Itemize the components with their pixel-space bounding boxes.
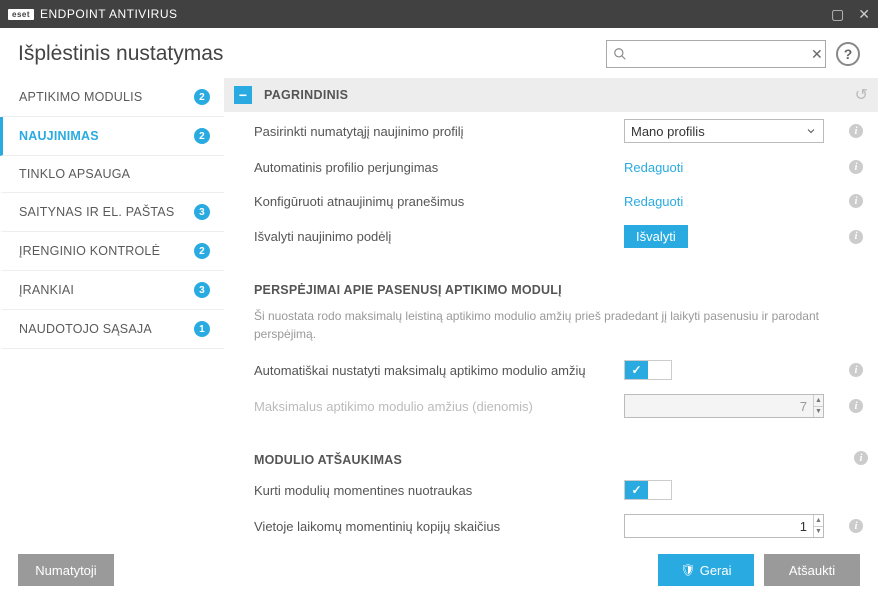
reset-icon[interactable]: ↺ (855, 85, 868, 105)
content-pane: − PAGRINDINIS ↺ Pasirinkti numatytąjį na… (224, 78, 878, 542)
sidebar-item-web-email[interactable]: SAITYNAS IR EL. PAŠTAS 3 (0, 193, 224, 232)
spinner-down-icon: ▼ (814, 407, 823, 418)
section-title-rollback: MODULIO ATŠAUKIMAS (224, 443, 854, 473)
keep-count-input[interactable] (625, 519, 813, 534)
sidebar-item-update[interactable]: NAUJINIMAS 2 (0, 117, 224, 156)
maximize-icon[interactable]: ▢ (831, 6, 844, 23)
cancel-button[interactable]: Atšaukti (764, 554, 860, 586)
profile-dropdown[interactable]: Mano profilis (624, 119, 824, 143)
row-label: Vietoje laikomų momentinių kopijų skaiči… (254, 519, 624, 534)
sidebar-item-label: APTIKIMO MODULIS (19, 90, 194, 104)
sidebar-badge: 2 (194, 89, 210, 105)
row-snapshots: Kurti modulių momentines nuotraukas (224, 473, 878, 507)
help-button[interactable]: ? (836, 42, 860, 66)
sidebar-item-label: TINKLO APSAUGA (19, 167, 210, 181)
ok-button[interactable]: 🛡Gerai (658, 554, 754, 586)
edit-link[interactable]: Redaguoti (624, 194, 683, 209)
search-icon (613, 47, 627, 61)
row-select-profile: Pasirinkti numatytąjį naujinimo profilį … (224, 112, 878, 150)
collapse-icon[interactable]: − (234, 86, 252, 104)
info-icon[interactable]: i (849, 230, 863, 244)
row-label: Automatinis profilio perjungimas (254, 160, 624, 175)
section-header-main: − PAGRINDINIS ↺ (224, 78, 878, 112)
info-icon[interactable]: i (849, 399, 863, 413)
page-title: Išplėstinis nustatymas (18, 42, 606, 66)
toggle-auto-age[interactable] (624, 360, 672, 380)
clear-button[interactable]: Išvalyti (624, 225, 688, 248)
row-auto-switch: Automatinis profilio perjungimas Redaguo… (224, 150, 878, 184)
footer: Numatytoji 🛡Gerai Atšaukti (0, 542, 878, 598)
row-keep-count: Vietoje laikomų momentinių kopijų skaiči… (224, 507, 878, 542)
sidebar-badge: 1 (194, 321, 210, 337)
edit-link[interactable]: Redaguoti (624, 160, 683, 175)
section-title-outdated: PERSPĖJIMAI APIE PASENUSĮ APTIKIMO MODUL… (224, 273, 878, 303)
row-label: Maksimalus aptikimo modulio amžius (dien… (254, 399, 624, 414)
row-label: Konfigūruoti atnaujinimų pranešimus (254, 194, 624, 209)
sidebar-item-label: SAITYNAS IR EL. PAŠTAS (19, 205, 194, 219)
row-label: Išvalyti naujinimo podėlį (254, 229, 624, 244)
titlebar: eset ENDPOINT ANTIVIRUS ▢ ✕ (0, 0, 878, 28)
info-icon[interactable]: i (849, 363, 863, 377)
section-desc: Ši nuostata rodo maksimalų leistiną apti… (224, 303, 878, 353)
dropdown-value: Mano profilis (631, 124, 805, 139)
keep-count-spinner[interactable]: ▲▼ (624, 514, 824, 538)
row-clear-cache: Išvalyti naujinimo podėlį Išvalyti i (224, 218, 878, 255)
info-icon[interactable]: i (849, 519, 863, 533)
row-label: Automatiškai nustatyti maksimalų aptikim… (254, 363, 624, 378)
spinner-up-icon[interactable]: ▲ (814, 515, 823, 527)
sidebar-item-tools[interactable]: ĮRANKIAI 3 (0, 271, 224, 310)
spinner-down-icon[interactable]: ▼ (814, 527, 823, 538)
section-title: PAGRINDINIS (264, 88, 855, 102)
sidebar-item-label: NAUDOTOJO SĄSAJA (19, 322, 194, 336)
sidebar-item-network[interactable]: TINKLO APSAUGA (0, 156, 224, 193)
sidebar: APTIKIMO MODULIS 2 NAUJINIMAS 2 TINKLO A… (0, 78, 224, 542)
sidebar-item-ui[interactable]: NAUDOTOJO SĄSAJA 1 (0, 310, 224, 349)
row-label: Pasirinkti numatytąjį naujinimo profilį (254, 124, 624, 139)
chevron-down-icon (805, 125, 817, 137)
sidebar-item-label: ĮRANKIAI (19, 283, 194, 297)
header: Išplėstinis nustatymas ✕ ? (0, 28, 878, 78)
default-button[interactable]: Numatytoji (18, 554, 114, 586)
shield-icon: 🛡 (680, 563, 695, 577)
spinner-up-icon: ▲ (814, 395, 823, 407)
max-age-spinner: ▲▼ (624, 394, 824, 418)
search-box[interactable]: ✕ (606, 40, 826, 68)
close-icon[interactable]: ✕ (858, 6, 870, 23)
search-input[interactable] (627, 47, 811, 62)
brand-logo: eset (8, 9, 34, 20)
sidebar-badge: 3 (194, 204, 210, 220)
row-config-notifications: Konfigūruoti atnaujinimų pranešimus Reda… (224, 184, 878, 218)
row-label: Kurti modulių momentines nuotraukas (254, 483, 624, 498)
info-icon[interactable]: i (854, 451, 868, 465)
info-icon[interactable]: i (849, 194, 863, 208)
toggle-snapshots[interactable] (624, 480, 672, 500)
max-age-input (625, 399, 813, 414)
sidebar-badge: 3 (194, 282, 210, 298)
sidebar-item-label: ĮRENGINIO KONTROLĖ (19, 244, 194, 258)
sidebar-item-detection[interactable]: APTIKIMO MODULIS 2 (0, 78, 224, 117)
sidebar-badge: 2 (194, 128, 210, 144)
clear-icon[interactable]: ✕ (811, 46, 823, 63)
info-icon[interactable]: i (849, 160, 863, 174)
row-auto-max-age: Automatiškai nustatyti maksimalų aptikim… (224, 353, 878, 387)
row-max-age: Maksimalus aptikimo modulio amžius (dien… (224, 387, 878, 425)
sidebar-item-device[interactable]: ĮRENGINIO KONTROLĖ 2 (0, 232, 224, 271)
info-icon[interactable]: i (849, 124, 863, 138)
sidebar-badge: 2 (194, 243, 210, 259)
app-title: ENDPOINT ANTIVIRUS (40, 7, 831, 21)
sidebar-item-label: NAUJINIMAS (19, 129, 194, 143)
